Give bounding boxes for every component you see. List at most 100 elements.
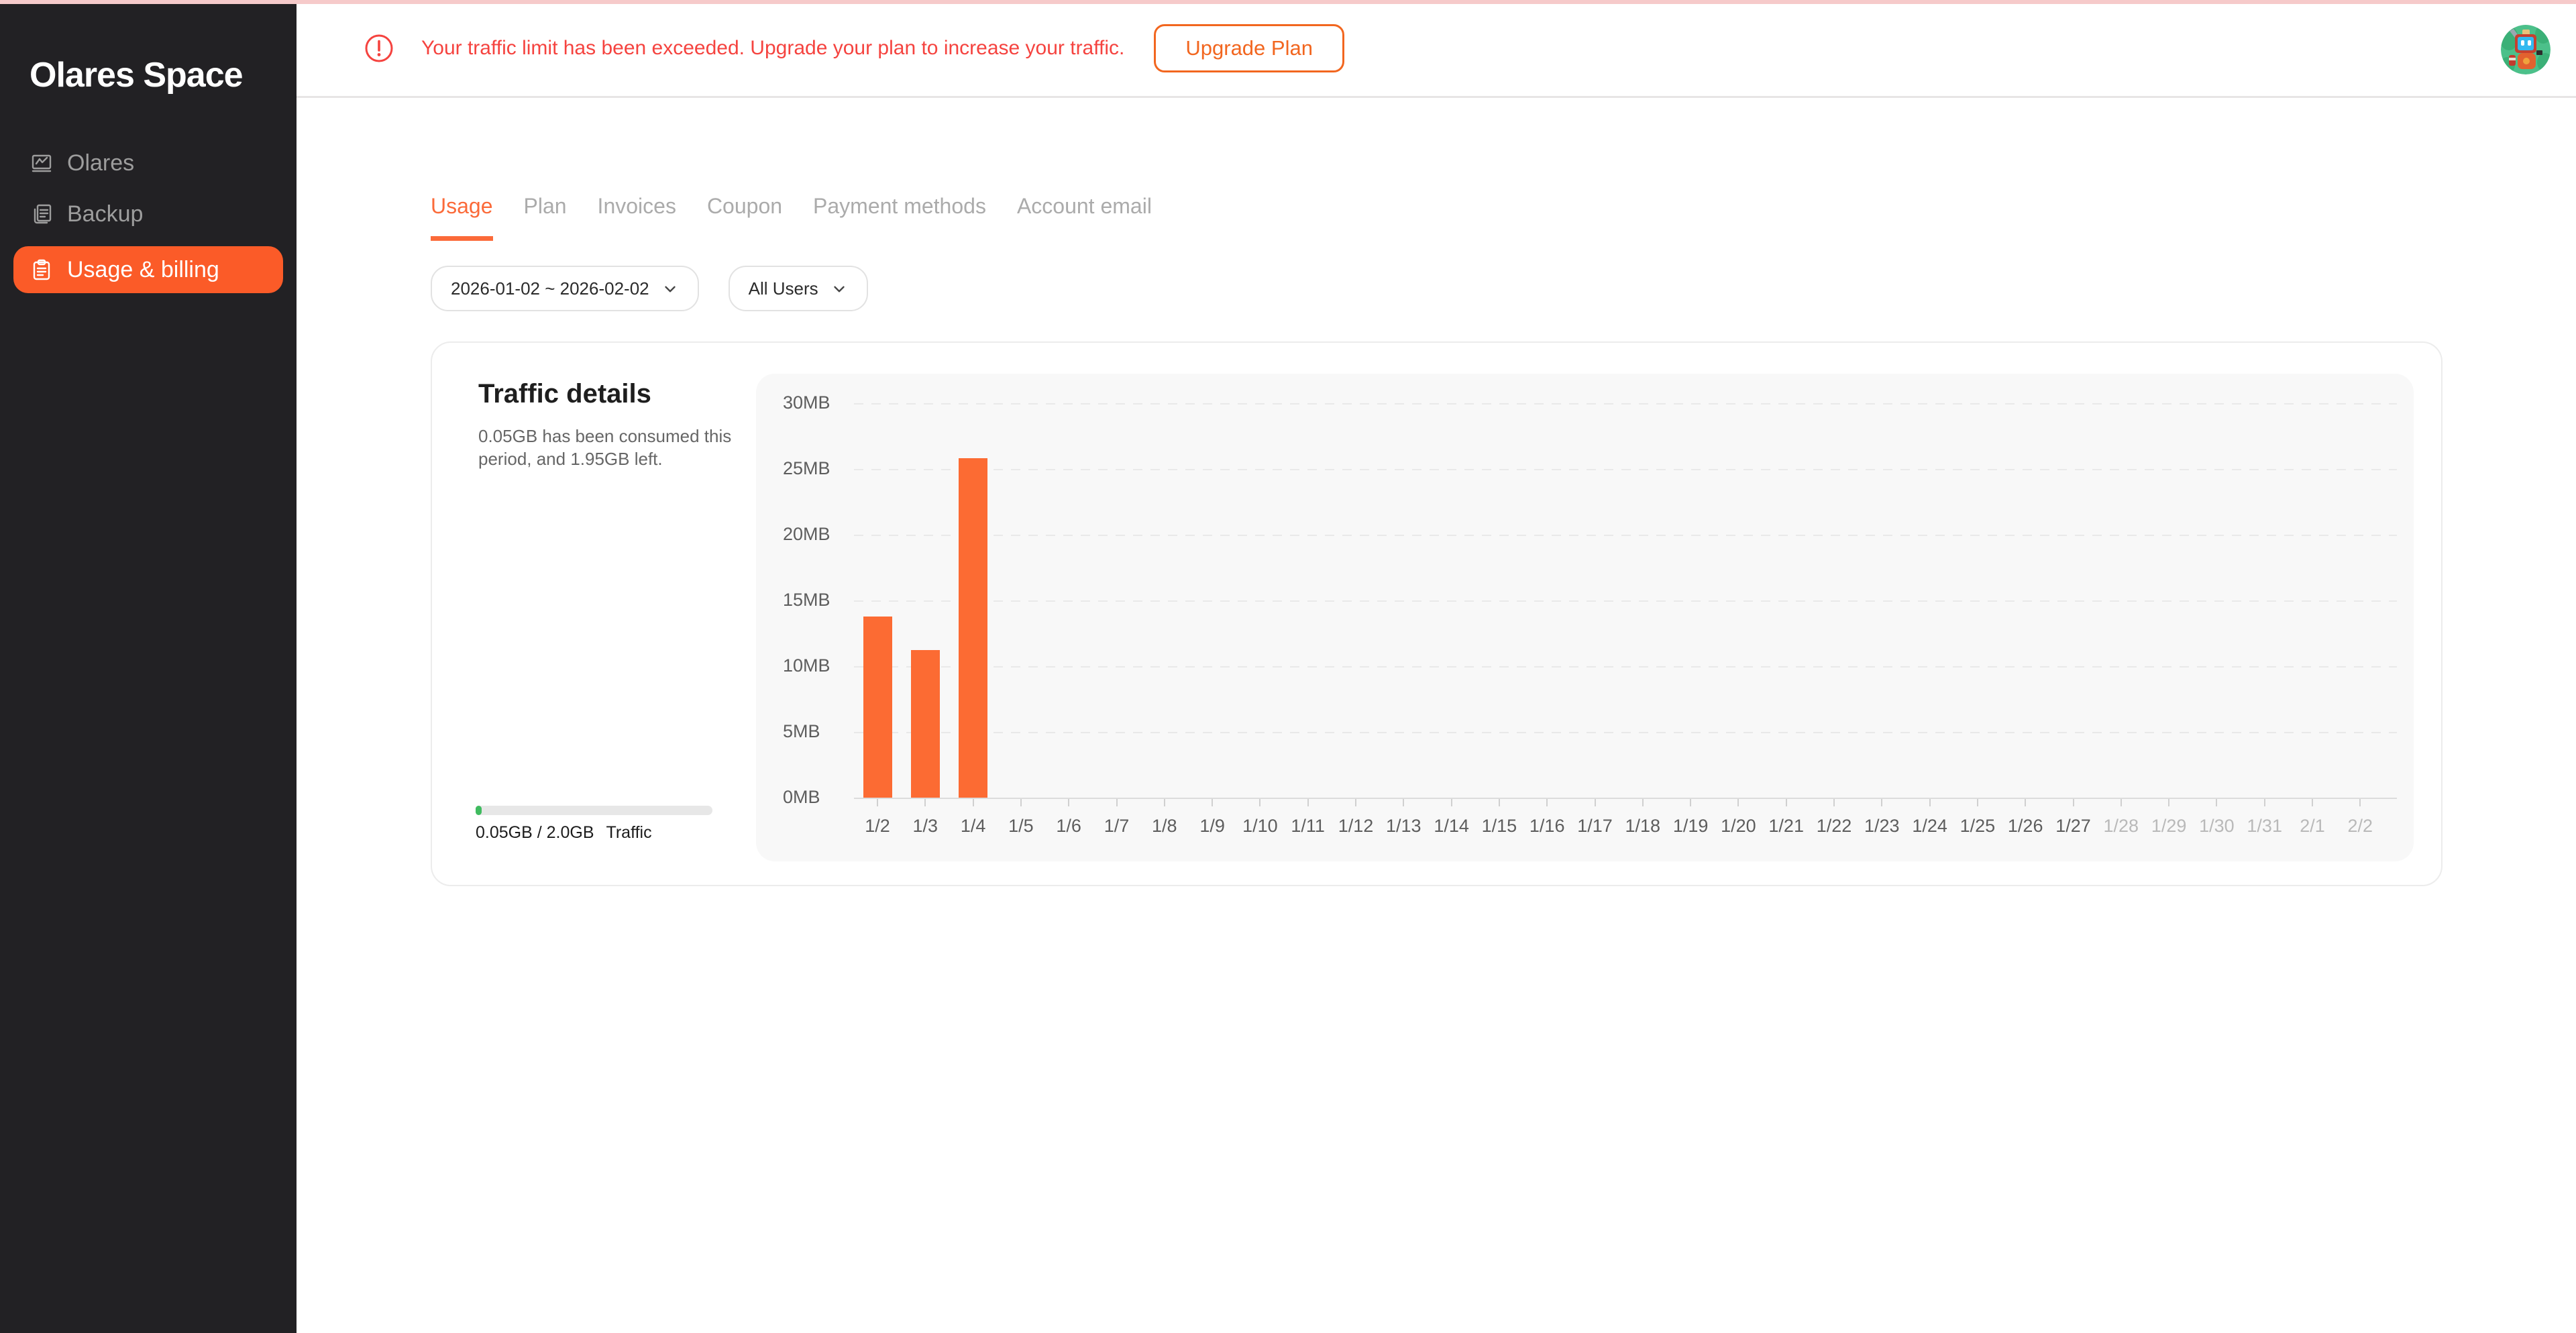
axis-tick bbox=[1164, 799, 1165, 806]
traffic-warning-banner: Your traffic limit has been exceeded. Up… bbox=[297, 0, 2576, 98]
axis-tick bbox=[877, 799, 878, 806]
axis-tick bbox=[1451, 799, 1452, 806]
page: Olares Space OlaresBackup Usage & billing… bbox=[0, 0, 2576, 1333]
axis-tick bbox=[2073, 799, 2074, 806]
x-axis-label: 1/15 bbox=[1475, 816, 1523, 837]
x-axis-label: 1/25 bbox=[1953, 816, 2002, 837]
date-range-dropdown[interactable]: 2026-01-02 ~ 2026-02-02 bbox=[431, 266, 699, 311]
card-title: Traffic details bbox=[478, 379, 651, 409]
usage-suffix: Traffic bbox=[606, 823, 652, 842]
x-axis-label: 1/9 bbox=[1188, 816, 1236, 837]
y-axis-label: 30MB bbox=[783, 392, 863, 413]
tab-payment-methods[interactable]: Payment methods bbox=[813, 194, 986, 241]
x-axis-label: 1/18 bbox=[1619, 816, 1667, 837]
gridline bbox=[854, 403, 2397, 405]
upgrade-plan-button[interactable]: Upgrade Plan bbox=[1154, 24, 1344, 72]
tab-plan[interactable]: Plan bbox=[524, 194, 567, 241]
traffic-bar-chart: 30MB25MB20MB15MB10MB5MB0MB1/21/31/41/51/… bbox=[756, 374, 2414, 861]
x-axis-label: 1/28 bbox=[2097, 816, 2145, 837]
tab-coupon[interactable]: Coupon bbox=[707, 194, 782, 241]
chevron-down-icon bbox=[661, 280, 679, 298]
y-axis-label: 15MB bbox=[783, 590, 863, 610]
x-axis-label: 1/29 bbox=[2145, 816, 2193, 837]
axis-tick bbox=[1020, 799, 1022, 806]
sidebar-item-olares[interactable]: Olares bbox=[13, 138, 283, 189]
axis-tick bbox=[1977, 799, 1978, 806]
tab-account-email[interactable]: Account email bbox=[1017, 194, 1152, 241]
bar[interactable] bbox=[863, 617, 892, 798]
axis-tick bbox=[924, 799, 926, 806]
sidebar-item-usage-billing[interactable]: Usage & billing bbox=[13, 246, 283, 293]
axis-tick bbox=[1881, 799, 1882, 806]
axis-tick bbox=[1546, 799, 1548, 806]
app-logo: Olares Space bbox=[30, 55, 243, 95]
tab-invoices[interactable]: Invoices bbox=[598, 194, 676, 241]
gridline bbox=[854, 469, 2397, 470]
bar[interactable] bbox=[911, 650, 940, 798]
traffic-details-card: Traffic details 0.05GB has been consumed… bbox=[431, 341, 2443, 886]
gridline bbox=[854, 535, 2397, 536]
axis-tick bbox=[1595, 799, 1596, 806]
tab-usage[interactable]: Usage bbox=[431, 194, 493, 241]
axis-tick bbox=[2312, 799, 2313, 806]
axis-tick bbox=[1499, 799, 1500, 806]
x-axis-label: 1/2 bbox=[853, 816, 902, 837]
gridline bbox=[854, 732, 2397, 733]
axis-tick bbox=[2359, 799, 2361, 806]
x-axis-label: 1/17 bbox=[1571, 816, 1619, 837]
avatar[interactable] bbox=[2501, 25, 2551, 74]
billing-tabs: Usage Plan Invoices Coupon Payment methods Ac… bbox=[431, 194, 1152, 241]
x-axis-label: 2/2 bbox=[2336, 816, 2384, 837]
x-axis-label: 1/16 bbox=[1523, 816, 1571, 837]
x-axis-label: 1/22 bbox=[1810, 816, 1858, 837]
x-axis-label: 1/31 bbox=[2241, 816, 2289, 837]
traffic-progress-bar bbox=[476, 806, 712, 815]
x-axis-label: 1/11 bbox=[1284, 816, 1332, 837]
x-axis-label: 1/21 bbox=[1762, 816, 1811, 837]
axis-tick bbox=[2168, 799, 2169, 806]
x-axis-label: 1/30 bbox=[2192, 816, 2241, 837]
x-axis-label: 1/13 bbox=[1379, 816, 1428, 837]
axis-tick bbox=[1737, 799, 1739, 806]
user-filter-value: All Users bbox=[749, 278, 818, 299]
axis-tick bbox=[1929, 799, 1931, 806]
gridline bbox=[854, 600, 2397, 602]
axis-tick bbox=[1403, 799, 1404, 806]
top-accent-line bbox=[0, 0, 2576, 4]
card-description: 0.05GB has been consumed this period, an… bbox=[478, 425, 780, 470]
x-axis-label: 1/12 bbox=[1332, 816, 1380, 837]
y-axis-label: 20MB bbox=[783, 524, 863, 545]
axis-tick bbox=[1642, 799, 1644, 806]
banner-message: Your traffic limit has been exceeded. Up… bbox=[421, 37, 1124, 60]
sidebar-item-backup[interactable]: Backup bbox=[13, 189, 283, 239]
axis-tick bbox=[1355, 799, 1356, 806]
axis-tick bbox=[2025, 799, 2026, 806]
y-axis-label: 0MB bbox=[783, 787, 863, 808]
x-axis-label: 1/27 bbox=[2049, 816, 2098, 837]
x-axis-label: 1/14 bbox=[1428, 816, 1476, 837]
y-axis-label: 25MB bbox=[783, 458, 863, 479]
filters-row: 2026-01-02 ~ 2026-02-02 All Users bbox=[431, 266, 868, 311]
x-axis-label: 1/5 bbox=[997, 816, 1045, 837]
axis-tick bbox=[1116, 799, 1118, 806]
main-content: Usage Plan Invoices Coupon Payment methods Ac… bbox=[297, 100, 2576, 1333]
x-axis-label: 1/10 bbox=[1236, 816, 1284, 837]
x-axis-label: 1/19 bbox=[1666, 816, 1715, 837]
axis-tick bbox=[1259, 799, 1260, 806]
axis-tick bbox=[2121, 799, 2122, 806]
sidebar: Olares Space OlaresBackup Usage & billing bbox=[0, 0, 297, 1333]
axis-tick bbox=[973, 799, 974, 806]
clipboard-icon bbox=[30, 258, 54, 282]
axis-tick bbox=[1307, 799, 1309, 806]
axis-tick bbox=[2216, 799, 2217, 806]
documents-icon bbox=[30, 202, 54, 226]
warning-icon bbox=[364, 33, 394, 64]
chevron-down-icon bbox=[830, 280, 848, 298]
x-axis-label: 1/20 bbox=[1714, 816, 1762, 837]
x-axis-line bbox=[854, 798, 2397, 799]
bar[interactable] bbox=[959, 458, 987, 798]
axis-tick bbox=[1068, 799, 1069, 806]
user-filter-dropdown[interactable]: All Users bbox=[729, 266, 868, 311]
x-axis-label: 1/23 bbox=[1858, 816, 1906, 837]
x-axis-label: 1/8 bbox=[1140, 816, 1189, 837]
